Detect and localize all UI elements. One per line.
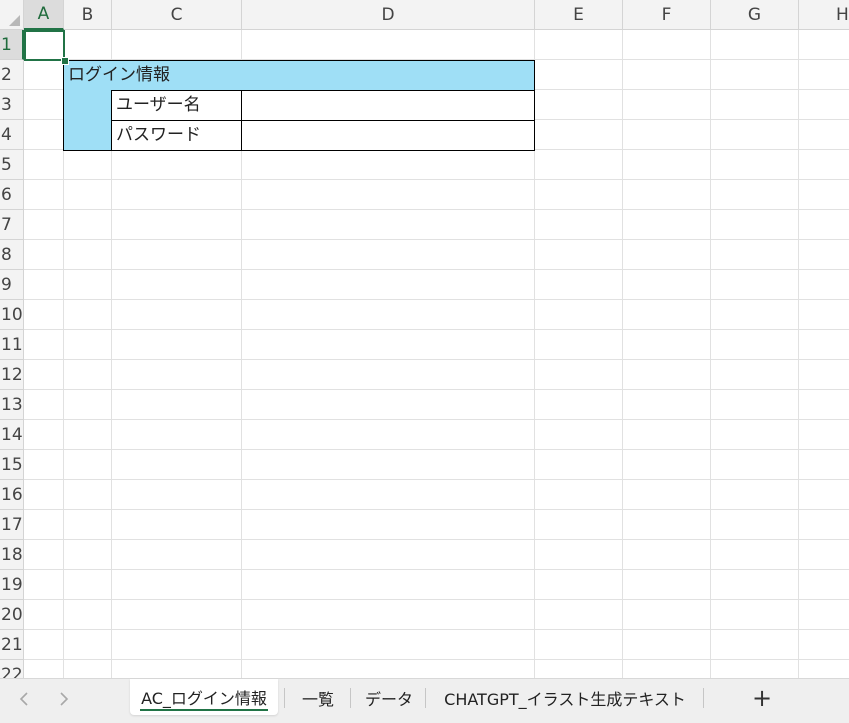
table-border-colc <box>241 90 242 151</box>
active-tab-indicator <box>140 709 268 711</box>
gridline <box>24 239 849 240</box>
column-header-e[interactable]: E <box>535 0 623 30</box>
tab-chatgpt-illust-text[interactable]: CHATGPT_イラスト生成テキスト <box>433 679 697 717</box>
cell-c3-username-label[interactable]: ユーザー名 <box>116 90 201 120</box>
cell-d3-username-value[interactable] <box>246 90 531 120</box>
table-border-bottom <box>63 150 535 151</box>
tab-separator <box>425 688 426 708</box>
gridline <box>24 599 849 600</box>
gridline <box>24 329 849 330</box>
login-side-fill <box>63 90 112 150</box>
row-header-11[interactable]: 11 <box>0 330 24 360</box>
column-header-h[interactable]: H <box>799 0 849 30</box>
gridline <box>710 30 711 678</box>
chevron-right-icon[interactable] <box>54 687 74 711</box>
tab-label: AC_ログイン情報 <box>141 689 267 708</box>
tab-data[interactable]: データ <box>358 679 420 717</box>
row-header-21[interactable]: 21 <box>0 630 24 660</box>
tab-separator <box>350 688 351 708</box>
row-header-2[interactable]: 2 <box>0 60 24 90</box>
row-header-6[interactable]: 6 <box>0 180 24 210</box>
chevron-left-icon[interactable] <box>14 687 34 711</box>
row-header-9[interactable]: 9 <box>0 270 24 300</box>
spreadsheet-grid[interactable]: A B C D E F G H 1 2 3 4 5 6 7 8 9 10 11 … <box>0 0 849 678</box>
row-header-5[interactable]: 5 <box>0 150 24 180</box>
row-header-1[interactable]: 1 <box>0 30 24 60</box>
cell-d4-password-value[interactable] <box>246 120 531 150</box>
gridline <box>24 179 849 180</box>
gridline <box>24 359 849 360</box>
row-header-10[interactable]: 10 <box>0 300 24 330</box>
gridline <box>24 659 849 660</box>
gridline <box>24 419 849 420</box>
column-header-f[interactable]: F <box>623 0 711 30</box>
row-header-17[interactable]: 17 <box>0 510 24 540</box>
row-header-12[interactable]: 12 <box>0 360 24 390</box>
gridline <box>24 299 849 300</box>
table-border-right <box>534 60 535 151</box>
row-header-22[interactable]: 22 <box>0 660 24 678</box>
row-header-14[interactable]: 14 <box>0 420 24 450</box>
cell-c4-password-label[interactable]: パスワード <box>116 120 201 150</box>
sheet-tab-bar: AC_ログイン情報 一覧 データ CHATGPT_イラスト生成テキスト + <box>0 678 849 723</box>
row-header-18[interactable]: 18 <box>0 540 24 570</box>
tab-label: 一覧 <box>301 690 334 709</box>
gridline <box>24 269 849 270</box>
row-header-7[interactable]: 7 <box>0 210 24 240</box>
row-header-19[interactable]: 19 <box>0 570 24 600</box>
row-header-3[interactable]: 3 <box>0 90 24 120</box>
gridline <box>24 569 849 570</box>
table-border-colb <box>111 90 112 151</box>
gridline <box>24 209 849 210</box>
active-cell-a1[interactable] <box>24 30 65 61</box>
gridline <box>622 30 623 678</box>
tab-label: データ <box>364 690 413 709</box>
column-header-d[interactable]: D <box>242 0 535 30</box>
fill-handle[interactable] <box>61 57 69 65</box>
tab-separator <box>703 688 704 708</box>
tab-list[interactable]: 一覧 <box>292 679 344 717</box>
column-header-c[interactable]: C <box>112 0 242 30</box>
row-header-13[interactable]: 13 <box>0 390 24 420</box>
column-header-g[interactable]: G <box>711 0 799 30</box>
table-border-left <box>63 60 64 151</box>
row-header-16[interactable]: 16 <box>0 480 24 510</box>
tab-separator <box>284 688 285 708</box>
plus-icon: + <box>751 684 773 712</box>
column-header-a[interactable]: A <box>24 0 64 30</box>
row-header-4[interactable]: 4 <box>0 120 24 150</box>
select-all-corner[interactable] <box>0 0 24 30</box>
tab-ac-login-info[interactable]: AC_ログイン情報 <box>130 679 278 715</box>
gridline <box>24 389 849 390</box>
gridline <box>798 30 799 678</box>
row-header-8[interactable]: 8 <box>0 240 24 270</box>
gridline <box>24 509 849 510</box>
row-header-15[interactable]: 15 <box>0 450 24 480</box>
column-header-b[interactable]: B <box>64 0 112 30</box>
cell-b2-login-info[interactable]: ログイン情報 <box>68 60 170 90</box>
add-sheet-button[interactable]: + <box>748 683 776 713</box>
gridline <box>24 629 849 630</box>
gridline <box>24 479 849 480</box>
tab-label: CHATGPT_イラスト生成テキスト <box>444 690 686 709</box>
gridline <box>24 539 849 540</box>
gridline <box>24 449 849 450</box>
row-header-20[interactable]: 20 <box>0 600 24 630</box>
